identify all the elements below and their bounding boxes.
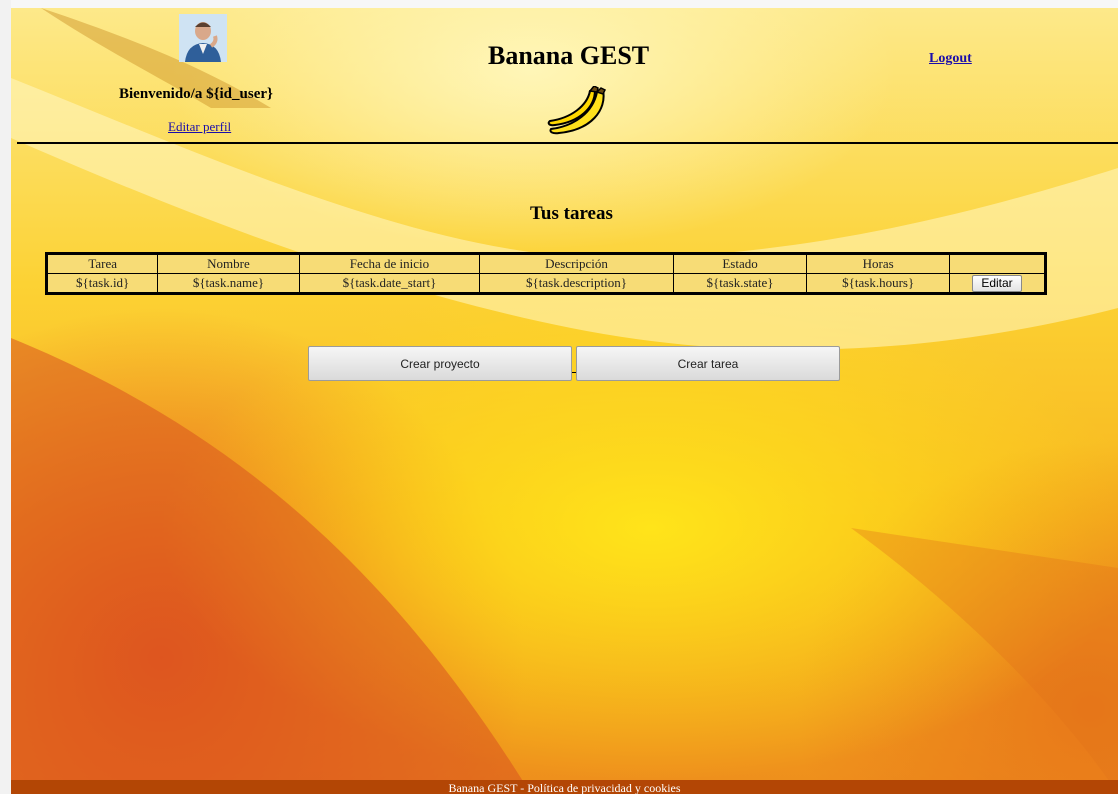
column-header: Descripción [479,253,674,274]
edit-task-button[interactable]: Editar [972,274,1022,292]
task-hours-cell: ${task.hours} [806,273,950,294]
footer: Banana GEST - Política de privacidad y c… [11,780,1118,794]
column-header: Estado [672,253,808,274]
column-header: Nombre [157,253,300,274]
column-header: Tarea [45,253,159,274]
tasks-table: Tarea Nombre Fecha de inicio Descripción… [45,252,1047,295]
browser-margin-left [0,0,11,794]
edit-profile-link[interactable]: Editar perfil [168,119,231,135]
column-header: Fecha de inicio [298,253,481,274]
create-task-button[interactable]: Crear tarea [576,346,840,381]
column-header: Horas [806,253,950,274]
task-description-cell: ${task.description} [479,273,674,294]
task-id-cell: ${task.id} [45,273,159,294]
browser-margin-top [0,0,1118,8]
page-background: Bienvenido/a ${id_user} Editar perfil Ba… [11,8,1118,794]
task-actions-cell: Editar [949,273,1046,294]
banana-icon [547,86,607,135]
task-date-start-cell: ${task.date_start} [298,273,481,294]
avatar [179,14,227,62]
logout-link[interactable]: Logout [929,51,972,67]
action-buttons: Crear proyecto Crear tarea [308,346,846,382]
create-project-button[interactable]: Crear proyecto [308,346,572,381]
footer-text[interactable]: Banana GEST - Política de privacidad y c… [448,781,680,794]
task-name-cell: ${task.name} [157,273,300,294]
section-title: Tus tareas [530,203,613,224]
header-divider [17,142,1118,144]
column-header-actions [949,253,1046,274]
app-title: Banana GEST [488,41,650,70]
welcome-text: Bienvenido/a ${id_user} [119,86,273,102]
user-avatar-icon [179,14,227,62]
task-state-cell: ${task.state} [672,273,808,294]
table-header-row: Tarea Nombre Fecha de inicio Descripción… [45,253,1046,274]
table-row: ${task.id} ${task.name} ${task.date_star… [45,273,1046,294]
